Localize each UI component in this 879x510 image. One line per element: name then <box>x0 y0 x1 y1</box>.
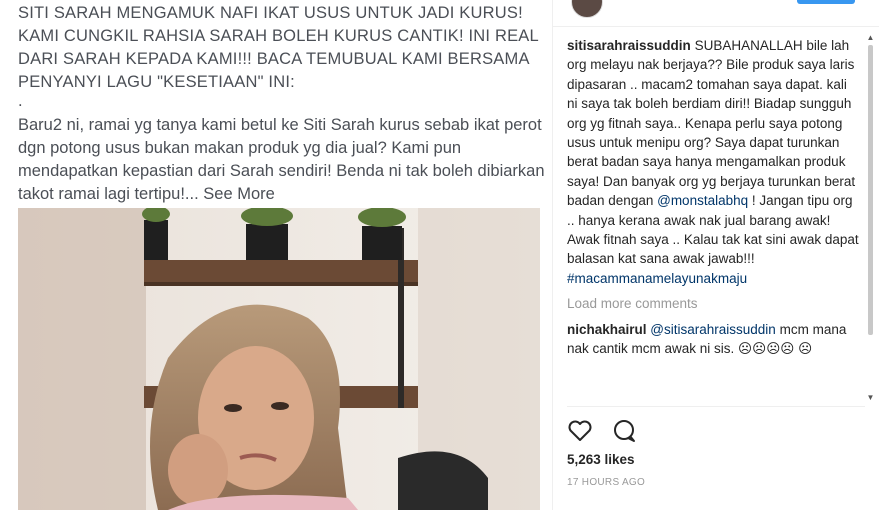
post-line: Baru2 ni, ramai yg tanya kami betul ke S… <box>18 116 542 134</box>
video-thumbnail[interactable] <box>18 208 540 510</box>
comment-mention-link[interactable]: @sitisarahraissuddin <box>650 322 776 337</box>
action-bar <box>567 418 651 444</box>
likes-count[interactable]: 5,263 likes <box>567 452 635 467</box>
scroll-down-arrow-icon[interactable]: ▼ <box>865 393 876 403</box>
follow-button[interactable] <box>797 0 855 4</box>
caption-username[interactable]: sitisarahraissuddin <box>567 38 691 53</box>
scrollbar-thumb[interactable] <box>868 45 873 335</box>
load-more-comments-button[interactable]: Load more comments <box>567 294 861 313</box>
divider <box>567 406 865 407</box>
post-line: SITI SARAH MENGAMUK NAFI IKAT USUS UNTUK… <box>18 4 523 22</box>
video-frame-image <box>18 208 540 510</box>
heart-icon[interactable] <box>567 418 593 444</box>
comments-list: sitisarahraissuddin SUBAHANALLAH bile la… <box>567 36 861 404</box>
avatar[interactable] <box>571 0 603 18</box>
facebook-post-screenshot: SITI SARAH MENGAMUK NAFI IKAT USUS UNTUK… <box>0 0 552 510</box>
instagram-comments-panel: sitisarahraissuddin SUBAHANALLAH bile la… <box>552 0 879 510</box>
post-timestamp[interactable]: 17 HOURS AGO <box>567 477 645 488</box>
comments-scrollbar[interactable]: ▲ ▼ <box>865 33 876 403</box>
post-line: mendapatkan kepastian dari Sarah sendiri… <box>18 162 545 180</box>
divider <box>553 26 879 27</box>
post-line: . <box>18 92 23 110</box>
comment-item: nichakhairul @sitisarahraissuddin mcm ma… <box>567 320 861 359</box>
caption-comment: sitisarahraissuddin SUBAHANALLAH bile la… <box>567 36 861 288</box>
post-text: SITI SARAH MENGAMUK NAFI IKAT USUS UNTUK… <box>18 2 545 206</box>
caption-text: SUBAHANALLAH bile lah org melayu nak ber… <box>567 38 856 209</box>
see-more-link[interactable]: See More <box>203 185 275 203</box>
post-line: dgn potong usus bukan makan produk yg di… <box>18 139 462 157</box>
post-line: DARI SARAH KEPADA KAMI!!! BACA TEMUBUAL … <box>18 50 530 68</box>
caption-hashtag-link[interactable]: #macammanamelayunakmaju <box>567 271 747 286</box>
post-line: takot ramai lagi tertipu!... <box>18 185 199 203</box>
comment-bubble-icon[interactable] <box>611 418 637 444</box>
comment-username[interactable]: nichakhairul <box>567 322 647 337</box>
post-line: PENYANYI LAGU "KESETIAAN" INI: <box>18 73 295 91</box>
post-line: KAMI CUNGKIL RAHSIA SARAH BOLEH KURUS CA… <box>18 27 539 45</box>
caption-mention-link[interactable]: @monstalabhq <box>657 193 748 208</box>
scroll-up-arrow-icon[interactable]: ▲ <box>865 33 876 43</box>
